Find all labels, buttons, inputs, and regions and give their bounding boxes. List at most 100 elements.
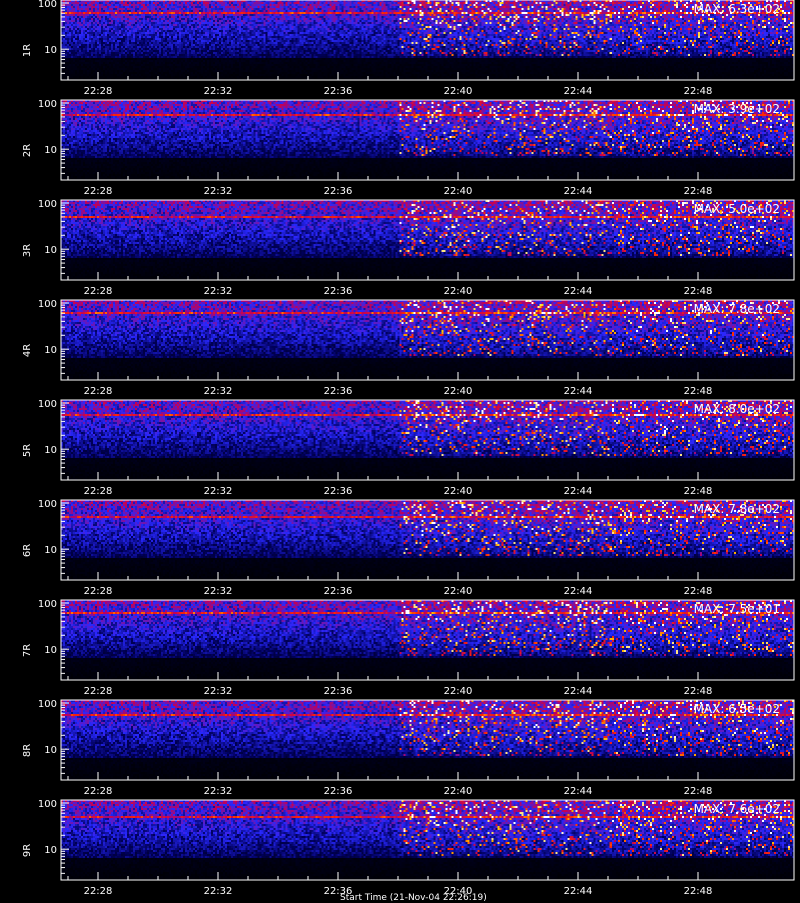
x-tick-label: 22:40 [444, 686, 473, 697]
plot-frame [60, 0, 795, 81]
x-tick-label: 22:36 [324, 586, 353, 597]
x-tick-label: 22:28 [84, 786, 113, 797]
y-tick-label: 100 [38, 0, 57, 10]
x-tick-label: 22:48 [684, 686, 713, 697]
y-tick-label: 10 [44, 445, 57, 456]
x-tick-label: 22:32 [204, 386, 233, 397]
x-tick-label: 22:44 [564, 686, 593, 697]
y-tick-label: 100 [38, 699, 57, 710]
y-tick-label: 10 [44, 145, 57, 156]
y-tick-label: 10 [44, 245, 57, 256]
plot-frame [60, 699, 795, 781]
max-value-annotation: MAX: 7.8e+02 [693, 502, 780, 516]
max-value-annotation: MAX: 8.0e+02 [693, 402, 780, 416]
x-tick-label: 22:48 [684, 186, 713, 197]
spectrogram-panel: 8R 10 100 22:28 22:32 22:36 22:40 22:44 22:48 MAX… [0, 699, 800, 800]
panel-axes: 10 100 22:28 22:32 22:36 22:40 22:44 22:48 [38, 199, 795, 297]
spectrogram-panel: 3R 10 100 22:28 22:32 22:36 22:40 22:44 22:48 MAX… [0, 199, 800, 300]
x-tick-label: 22:44 [564, 86, 593, 97]
spectrogram-panel: 2R 10 100 22:28 22:32 22:36 22:40 22:44 22:48 MAX… [0, 99, 800, 200]
y-tick-label: 10 [44, 745, 57, 756]
y-tick-label: 100 [38, 399, 57, 410]
x-tick-label: 22:40 [444, 86, 473, 97]
spectrogram-panel: 1R 10 100 22:28 22:32 22:36 22:40 22:44 22:48 MAX… [0, 0, 800, 100]
spectrogram-panel: 6R 10 100 22:28 22:32 22:36 22:40 22:44 22:48 MAX… [0, 499, 800, 600]
x-tick-label: 22:32 [204, 886, 233, 897]
x-tick-label: 22:48 [684, 86, 713, 97]
x-tick-label: 22:36 [324, 386, 353, 397]
x-tick-label: 22:32 [204, 286, 233, 297]
y-tick-label: 10 [44, 645, 57, 656]
spectrogram-panel: 5R 10 100 22:28 22:32 22:36 22:40 22:44 22:48 MAX… [0, 399, 800, 500]
y-tick-label: 10 [44, 845, 57, 856]
panel-axes: 1010022:28 22:32 22:36 22:40 22:44 22:48 [38, 599, 795, 697]
x-tick-label: 22:36 [324, 686, 353, 697]
x-tick-label: 22:40 [444, 586, 473, 597]
x-tick-label: 22:44 [564, 786, 593, 797]
x-tick-label: 22:44 [564, 386, 593, 397]
panel-axes: 10 100 22:28 22:32 22:36 22:40 22:44 22:48 [38, 0, 795, 97]
x-tick-label: 22:48 [684, 886, 713, 897]
x-tick-label: 22:32 [204, 86, 233, 97]
x-tick-label: 22:40 [444, 786, 473, 797]
x-tick-label: 22:28 [84, 186, 113, 197]
x-tick-label: 22:40 [444, 386, 473, 397]
x-tick-label: 22:44 [564, 186, 593, 197]
x-tick-label: 22:40 [444, 286, 473, 297]
plot-frame [60, 399, 795, 481]
x-tick-label: 22:28 [84, 286, 113, 297]
x-tick-label: 22:44 [564, 586, 593, 597]
x-tick-label: 22:28 [84, 686, 113, 697]
x-tick-label: 22:28 [84, 586, 113, 597]
max-value-annotation: MAX: 5.0e+02 [693, 202, 780, 216]
plot-frame [60, 599, 795, 681]
y-tick-label: 10 [44, 345, 57, 356]
panel-axes: 1010022:28 22:32 22:36 22:40 22:44 22:48 [38, 799, 795, 897]
max-value-annotation: MAX: 7.5e+01 [693, 602, 780, 616]
plot-frame [60, 799, 795, 881]
spectrogram-panel: 4R 10 100 22:28 22:32 22:36 22:40 22:44 22:48 MAX… [0, 299, 800, 400]
x-tick-label: 22:28 [84, 486, 113, 497]
panel-axes: 1010022:28 22:32 22:36 22:40 22:44 22:48 [38, 99, 795, 197]
panel-axes: 1010022:28 22:32 22:36 22:40 22:44 22:48 [38, 299, 795, 397]
plot-frame [60, 499, 795, 581]
x-tick-label: 22:28 [84, 886, 113, 897]
x-tick-label: 22:32 [204, 786, 233, 797]
x-tick-label: 22:40 [444, 486, 473, 497]
y-tick-label: 100 [38, 299, 57, 310]
x-tick-label: 22:48 [684, 486, 713, 497]
x-tick-label: 22:44 [564, 486, 593, 497]
x-tick-label: 22:48 [684, 586, 713, 597]
x-tick-label: 22:36 [324, 486, 353, 497]
plot-frame [60, 199, 795, 281]
x-tick-label: 22:36 [324, 286, 353, 297]
x-tick-label: 22:36 [324, 86, 353, 97]
y-tick-label: 100 [38, 199, 57, 210]
x-tick-label: 22:32 [204, 586, 233, 597]
x-tick-label: 22:48 [684, 386, 713, 397]
max-value-annotation: MAX: 3.9e+02 [693, 102, 780, 116]
max-value-annotation: MAX: 7.6e+02 [693, 802, 780, 816]
x-tick-label: 22:48 [684, 286, 713, 297]
y-tick-label: 10 [44, 45, 57, 56]
y-tick-label: 100 [38, 99, 57, 110]
max-value-annotation: MAX: 7.8e+02 [693, 302, 780, 316]
x-tick-label: 22:48 [684, 786, 713, 797]
y-tick-label: 100 [38, 799, 57, 810]
panel-axes: 1010022:28 22:32 22:36 22:40 22:44 22:48 [38, 399, 795, 497]
y-tick-label: 10 [44, 545, 57, 556]
panel-axes: 10 100 22:28 22:32 22:36 22:40 22:44 22:48 [38, 499, 795, 597]
x-tick-label: 22:28 [84, 86, 113, 97]
panel-axes: 10 100 22:28 22:32 22:36 22:40 22:44 22:48 [38, 699, 795, 797]
x-tick-label: 22:44 [564, 286, 593, 297]
y-tick-label: 100 [38, 499, 57, 510]
x-tick-label: 22:44 [564, 886, 593, 897]
spectrogram-figure: 1R 10 100 22:28 22:32 22:36 22:40 22:44 22:48 MAX… [0, 0, 800, 900]
x-tick-label: 22:36 [324, 186, 353, 197]
x-tick-label: 22:36 [324, 786, 353, 797]
spectrogram-panel: 9R 10 100 22:28 22:32 22:36 22:40 22:44 22:48 MAX… [0, 799, 800, 900]
x-tick-label: 22:32 [204, 186, 233, 197]
x-tick-label: 22:32 [204, 686, 233, 697]
plot-frame [60, 299, 795, 381]
max-value-annotation: MAX: 6.5e+02 [693, 702, 780, 716]
